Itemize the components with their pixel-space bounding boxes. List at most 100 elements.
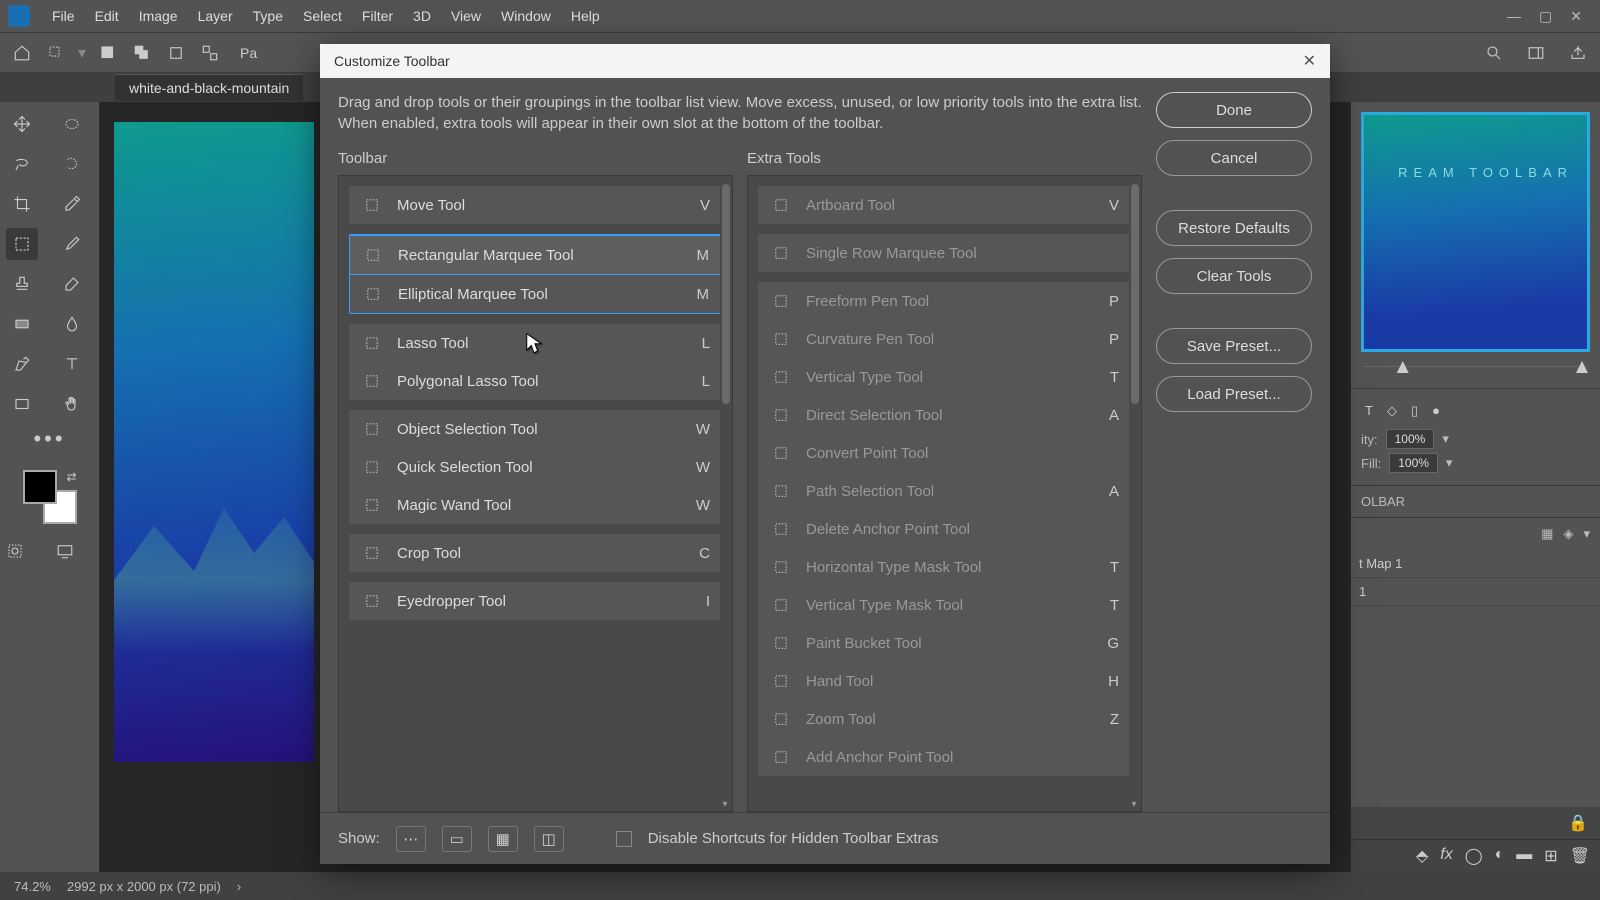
tool-row[interactable]: Paint Bucket ToolG xyxy=(758,624,1131,662)
color-swatches[interactable]: ⇄ xyxy=(23,470,77,524)
tool-row[interactable]: Elliptical Marquee ToolM xyxy=(350,275,721,313)
transform-icon[interactable]: ◇ xyxy=(1387,403,1397,419)
swap-colors-icon[interactable]: ⇄ xyxy=(66,470,76,484)
window-minimize-icon[interactable]: — xyxy=(1507,8,1521,25)
show-ellipsis-icon[interactable]: ⋯ xyxy=(396,826,426,852)
marquee-tool-icon[interactable] xyxy=(6,228,38,260)
info-chev-icon[interactable]: › xyxy=(237,879,241,894)
ellipse-select-icon[interactable] xyxy=(56,108,88,140)
save-preset-button[interactable]: Save Preset... xyxy=(1156,328,1312,364)
menu-help[interactable]: Help xyxy=(561,4,610,28)
restore-defaults-button[interactable]: Restore Defaults xyxy=(1156,210,1312,246)
scroll-down-icon[interactable]: ▾ xyxy=(1129,799,1139,809)
stamp-tool-icon[interactable] xyxy=(6,268,38,300)
clear-tools-button[interactable]: Clear Tools xyxy=(1156,258,1312,294)
blur-tool-icon[interactable] xyxy=(56,308,88,340)
mode-icon-3[interactable] xyxy=(164,41,188,65)
scrollbar[interactable] xyxy=(720,176,732,811)
folder-icon[interactable]: ▬ xyxy=(1516,846,1532,866)
tool-preset-icon[interactable] xyxy=(44,41,68,65)
tool-row[interactable]: Vertical Type Mask ToolT xyxy=(758,586,1131,624)
menu-window[interactable]: Window xyxy=(491,4,561,28)
scrollbar[interactable] xyxy=(1129,176,1141,811)
opacity-field[interactable]: 100% xyxy=(1386,429,1435,449)
close-icon[interactable]: ✕ xyxy=(1303,51,1316,71)
disable-shortcuts-checkbox[interactable] xyxy=(616,831,632,847)
doc-info[interactable]: 2992 px x 2000 px (72 ppi) xyxy=(67,879,221,894)
tool-group[interactable]: Object Selection ToolWQuick Selection To… xyxy=(349,410,722,524)
tool-row[interactable]: Magic Wand ToolW xyxy=(349,486,722,524)
menu-view[interactable]: View xyxy=(441,4,491,28)
fx-icon[interactable]: fx xyxy=(1440,846,1452,866)
toolbar-list[interactable]: ▴ ▾ Move ToolVRectangular Marquee ToolME… xyxy=(338,175,733,812)
gradient-tool-icon[interactable] xyxy=(6,308,38,340)
extra-tools-list[interactable]: ▴ ▾ Artboard ToolVSingle Row Marquee Too… xyxy=(747,175,1142,812)
move-tool-icon[interactable] xyxy=(6,108,38,140)
mask-icon[interactable]: ◯ xyxy=(1465,846,1483,866)
mode-icon-2[interactable] xyxy=(130,41,154,65)
menu-edit[interactable]: Edit xyxy=(85,4,129,28)
tool-group[interactable]: Lasso ToolLPolygonal Lasso ToolL xyxy=(349,324,722,400)
mode-icon-4[interactable] xyxy=(198,41,222,65)
tool-row[interactable]: Convert Point Tool xyxy=(758,434,1131,472)
adjust-icon[interactable]: ◐ xyxy=(1495,846,1505,866)
eye-icon[interactable]: ◈ xyxy=(1563,526,1573,542)
fg-color-swatch[interactable] xyxy=(23,470,57,504)
fill-field[interactable]: 100% xyxy=(1389,453,1438,473)
tool-row[interactable]: Freeform Pen ToolP xyxy=(758,282,1131,320)
lasso-tool-icon[interactable] xyxy=(6,148,38,180)
rectangle-tool-icon[interactable] xyxy=(6,388,38,420)
tool-row[interactable]: Hand ToolH xyxy=(758,662,1131,700)
doc-tab[interactable]: white-and-black-mountain xyxy=(115,74,303,101)
tool-row[interactable]: Quick Selection ToolW xyxy=(349,448,722,486)
scroll-down-icon[interactable]: ▾ xyxy=(720,799,730,809)
tool-group[interactable]: Single Row Marquee Tool xyxy=(758,234,1131,272)
show-overlap-icon[interactable]: ◫ xyxy=(534,826,564,852)
tool-row[interactable]: Polygonal Lasso ToolL xyxy=(349,362,722,400)
eyedropper-tool-icon[interactable] xyxy=(56,188,88,220)
tool-row[interactable]: Move ToolV xyxy=(349,186,722,224)
screenmode-icon[interactable] xyxy=(56,542,94,565)
type-icon[interactable]: T xyxy=(1365,403,1373,419)
menu-layer[interactable]: Layer xyxy=(188,4,243,28)
trash-icon[interactable]: 🗑 xyxy=(1570,846,1590,866)
load-preset-button[interactable]: Load Preset... xyxy=(1156,376,1312,412)
tool-row[interactable]: Path Selection ToolA xyxy=(758,472,1131,510)
tool-row[interactable]: Eyedropper ToolI xyxy=(349,582,722,620)
type-tool-icon[interactable] xyxy=(56,348,88,380)
done-button[interactable]: Done xyxy=(1156,92,1312,128)
zoom-value[interactable]: 74.2% xyxy=(14,879,51,894)
tool-group[interactable]: Rectangular Marquee ToolMElliptical Marq… xyxy=(349,234,722,314)
tool-group[interactable]: Crop ToolC xyxy=(349,534,722,572)
tool-row[interactable]: Delete Anchor Point Tool xyxy=(758,510,1131,548)
zoom-slider[interactable] xyxy=(1363,366,1588,384)
dialog-titlebar[interactable]: Customize Toolbar ✕ xyxy=(320,44,1330,78)
layer-item[interactable]: 1 xyxy=(1351,578,1600,606)
tool-row[interactable]: Curvature Pen ToolP xyxy=(758,320,1131,358)
tool-row[interactable]: Object Selection ToolW xyxy=(349,410,722,448)
link-icon[interactable]: ⬘ xyxy=(1416,846,1428,866)
tool-row[interactable]: Rectangular Marquee ToolM xyxy=(350,235,721,275)
cancel-button[interactable]: Cancel xyxy=(1156,140,1312,176)
mode-icon-1[interactable] xyxy=(96,41,120,65)
tool-row[interactable]: Vertical Type ToolT xyxy=(758,358,1131,396)
quickmask-icon[interactable] xyxy=(6,542,44,565)
tool-row[interactable]: Horizontal Type Mask ToolT xyxy=(758,548,1131,586)
tool-group[interactable]: Eyedropper ToolI xyxy=(349,582,722,620)
filter-icon[interactable]: ▦ xyxy=(1541,526,1553,542)
menu-file[interactable]: File xyxy=(42,4,85,28)
window-close-icon[interactable]: ✕ xyxy=(1570,8,1582,25)
show-artboard-icon[interactable]: ▭ xyxy=(442,826,472,852)
tool-group[interactable]: Move ToolV xyxy=(349,186,722,224)
brush-tool-icon[interactable] xyxy=(56,228,88,260)
more-tools-icon[interactable]: ••• xyxy=(33,426,65,452)
menu-type[interactable]: Type xyxy=(243,4,293,28)
pen-tool-icon[interactable] xyxy=(6,348,38,380)
menu-select[interactable]: Select xyxy=(293,4,352,28)
lock-icon[interactable]: 🔒 xyxy=(1568,813,1588,833)
search-icon[interactable] xyxy=(1482,41,1506,65)
share-icon[interactable] xyxy=(1566,41,1590,65)
tool-row[interactable]: Crop ToolC xyxy=(349,534,722,572)
window-maximize-icon[interactable]: ▢ xyxy=(1539,8,1552,25)
package-icon[interactable]: ▯ xyxy=(1411,403,1418,419)
